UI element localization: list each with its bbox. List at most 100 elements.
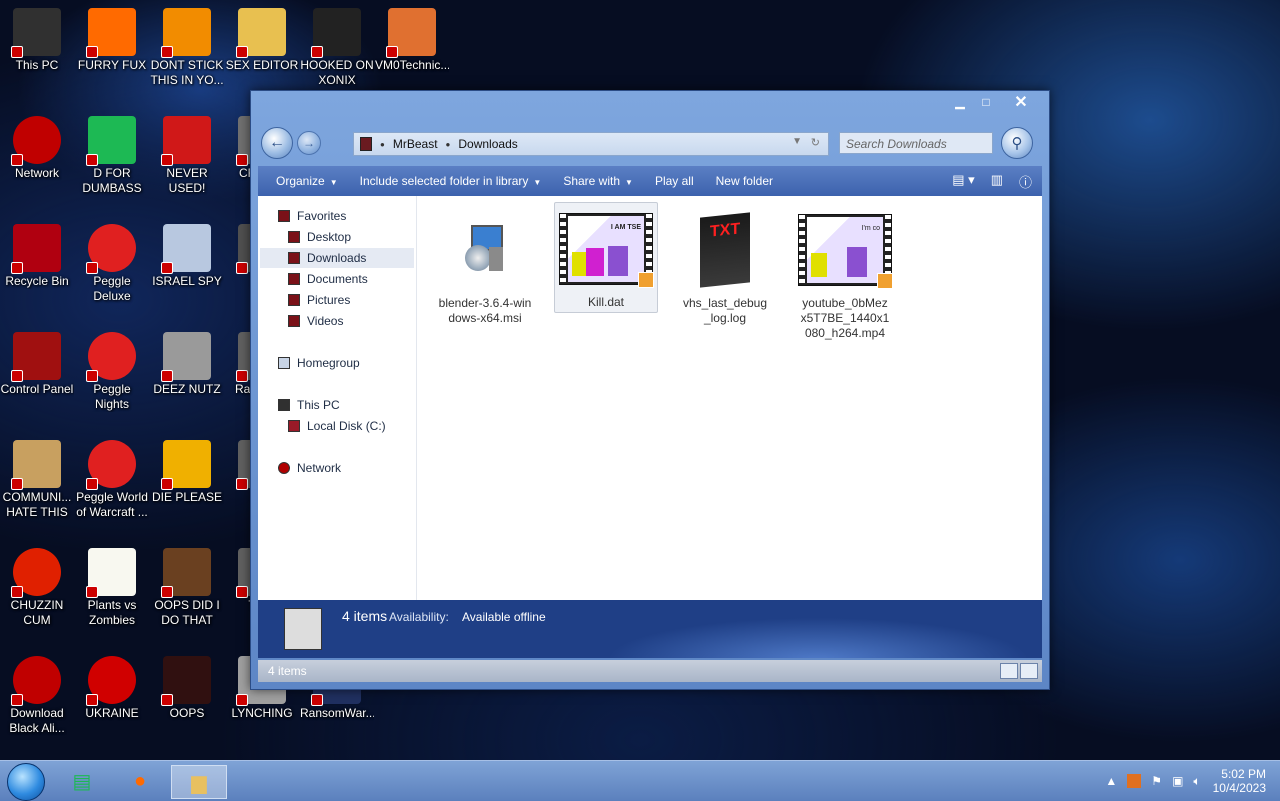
desktop-icon-never-used[interactable]: NEVER USED! — [150, 110, 224, 196]
help-icon[interactable]: ⓘ — [1019, 172, 1032, 191]
desktop-icon-plants-vs-zombies[interactable]: Plants vs Zombies — [75, 542, 149, 628]
desktop-icon-hooked-on-xonix[interactable]: HOOKED ON XONIX — [300, 2, 374, 88]
explorer-taskbar-icon[interactable]: ▆ — [171, 765, 227, 799]
view-controls: ▤ ▾ ▥ ⓘ — [952, 172, 1032, 191]
search-button[interactable]: ⚲ — [1001, 127, 1033, 159]
desktop-icon-label: Download Black Ali... — [9, 706, 65, 735]
desktop-icon-d-for-dumbass[interactable]: D FOR DUMBASS — [75, 110, 149, 196]
breadcrumb-downloads[interactable]: Downloads — [458, 137, 517, 151]
network-tray-icon[interactable]: ▣ — [1172, 774, 1183, 788]
maximize-button[interactable]: □ — [973, 93, 999, 111]
desktop-icon-label: Recycle Bin — [5, 274, 69, 288]
desktop-icon-network[interactable]: Network — [0, 110, 74, 181]
clock[interactable]: 5:02 PM 10/4/2023 — [1213, 767, 1266, 795]
file-item[interactable]: I'm co youtube_0bMezx5T7BE_1440x1080_h26… — [794, 204, 896, 341]
refresh-icon[interactable]: ↻ — [811, 136, 820, 149]
desktop-icon-recycle-bin[interactable]: Recycle Bin — [0, 218, 74, 289]
desktop-icon-label: DEEZ NUTZ — [153, 382, 221, 396]
nav-network[interactable]: Network — [278, 458, 341, 478]
desktop-icon-label: Peggle Nights Deluxe — [93, 382, 131, 411]
explorer-window[interactable]: ▁ □ ✕ ← → ● MrBeast ● Downloads ▼ ↻ Sear… — [250, 90, 1050, 690]
shortcut-arrow-icon — [86, 154, 98, 166]
window-controls: ▁ □ ✕ — [947, 93, 1043, 111]
shortcut-arrow-icon — [11, 586, 23, 598]
desktop-icon-oops[interactable]: OOPS — [150, 650, 224, 721]
desktop-icon-peggle-nights-deluxe[interactable]: Peggle Nights Deluxe — [75, 326, 149, 412]
availability-label: Availability: — [389, 610, 449, 624]
play-all-button[interactable]: Play all — [655, 174, 694, 188]
file-item[interactable]: blender-3.6.4-windows-x64.msi — [434, 204, 536, 326]
desktop-icon-peggle-deluxe[interactable]: Peggle Deluxe — [75, 218, 149, 304]
nav-videos[interactable]: Videos — [288, 311, 343, 331]
shortcut-arrow-icon — [161, 370, 173, 382]
desktop-icon-furry-fux[interactable]: FURRY FUX — [75, 2, 149, 73]
desktop-icon-israel-spy[interactable]: ISRAEL SPY — [150, 218, 224, 289]
desktop-icon-chuzzin-cum[interactable]: CHUZZIN CUM — [0, 542, 74, 628]
video-thumbnail: I'm co — [794, 204, 896, 296]
desktop-icon-dont-stick-this-in-yo[interactable]: DONT STICK THIS IN YO... — [150, 2, 224, 88]
nav-this-pc[interactable]: This PC — [278, 395, 340, 415]
shortcut-arrow-icon — [86, 478, 98, 490]
nav-favorites[interactable]: Favorites — [278, 206, 346, 226]
close-button[interactable]: ✕ — [999, 93, 1043, 111]
desktop-icon-label: DIE PLEASE — [151, 490, 223, 504]
videos-icon — [288, 315, 300, 327]
desktop-icon-peggle-world-of-warcraft[interactable]: Peggle World of Warcraft ... — [75, 434, 149, 520]
dev-cpp-icon — [161, 116, 211, 166]
desktop-icon-control-panel[interactable]: Control Panel — [0, 326, 74, 397]
nav-desktop[interactable]: Desktop — [288, 227, 351, 247]
organize-menu[interactable]: Organize ▼ — [276, 174, 338, 188]
address-bar[interactable]: ● MrBeast ● Downloads ▼ ↻ — [353, 132, 829, 156]
file-item[interactable]: TXT vhs_last_debug_log.log — [674, 204, 776, 326]
downloads-icon — [288, 252, 300, 264]
desktop-icon-oops-did-i-do-that[interactable]: OOPS DID I DO THAT — [150, 542, 224, 628]
desktop-icon-die-please[interactable]: DIE PLEASE — [150, 434, 224, 505]
desktop-icon-ukraine[interactable]: UKRAINE — [75, 650, 149, 721]
large-icons-view-icon[interactable] — [1020, 663, 1038, 679]
breadcrumb-separator-icon: ● — [445, 139, 451, 149]
network-icon — [11, 116, 61, 166]
chevron-down-icon[interactable]: ▼ — [792, 136, 802, 147]
file-item[interactable]: I AM TSE Kill.dat — [554, 202, 658, 313]
back-button[interactable]: ← — [261, 127, 293, 159]
thumbnail-text: I'm co — [861, 225, 880, 232]
show-hidden-icons[interactable]: ▲ — [1105, 774, 1117, 788]
details-view-icon[interactable] — [1000, 663, 1018, 679]
include-in-library-menu[interactable]: Include selected folder in library ▼ — [360, 174, 542, 188]
folder-icon — [360, 137, 372, 151]
breadcrumb-mrbeast[interactable]: MrBeast — [393, 137, 438, 151]
search-input[interactable]: Search Downloads — [839, 132, 993, 154]
nav-documents[interactable]: Documents — [288, 269, 368, 289]
share-with-menu[interactable]: Share with ▼ — [563, 174, 633, 188]
desktop-icon-deez-nutz[interactable]: DEEZ NUTZ — [150, 326, 224, 397]
desktop-icon-label: Peggle Deluxe — [93, 274, 131, 303]
flag-icon[interactable]: ⚑ — [1151, 774, 1162, 788]
nav-pictures[interactable]: Pictures — [288, 290, 350, 310]
nav-label: Downloads — [307, 251, 367, 265]
shortcut-arrow-icon — [161, 262, 173, 274]
desktop-icon-communi-hate-this[interactable]: COMMUNI... HATE THIS ... — [0, 434, 74, 520]
nav-local-disk[interactable]: Local Disk (C:) — [288, 416, 386, 436]
play-icon — [638, 272, 654, 288]
preview-pane-icon[interactable]: ▥ — [991, 172, 1003, 191]
desktop-icon-label: SEX EDITOR — [225, 58, 299, 72]
desktop-icon-download-black-ali[interactable]: Download Black Ali... — [0, 650, 74, 736]
start-button[interactable] — [7, 763, 45, 801]
forward-button[interactable]: → — [297, 131, 321, 155]
minimize-button[interactable]: ▁ — [947, 93, 973, 111]
tray-app-icon[interactable] — [1127, 774, 1142, 788]
new-folder-button[interactable]: New folder — [716, 174, 773, 188]
desktop-icon-this-pc[interactable]: This PC — [0, 2, 74, 73]
nav-homegroup[interactable]: Homegroup — [278, 353, 360, 373]
desktop-icon-sex-editor[interactable]: SEX EDITOR — [225, 2, 299, 73]
volume-icon[interactable]: 🔈︎ — [1193, 774, 1200, 789]
nav-downloads[interactable]: Downloads — [260, 248, 414, 268]
shortcut-arrow-icon — [86, 370, 98, 382]
desktop-icon-vm0technic[interactable]: VM0Technic... — [375, 2, 449, 73]
chat-app-taskbar-icon[interactable]: ▤ — [66, 765, 98, 797]
shortcut-arrow-icon — [386, 46, 398, 58]
change-view-icon[interactable]: ▤ ▾ — [952, 172, 974, 191]
desktop-icon-label: OOPS — [169, 706, 205, 720]
desktop-icon-label: LYNCHING — [231, 706, 293, 720]
firefox-taskbar-icon[interactable]: ● — [124, 765, 156, 797]
